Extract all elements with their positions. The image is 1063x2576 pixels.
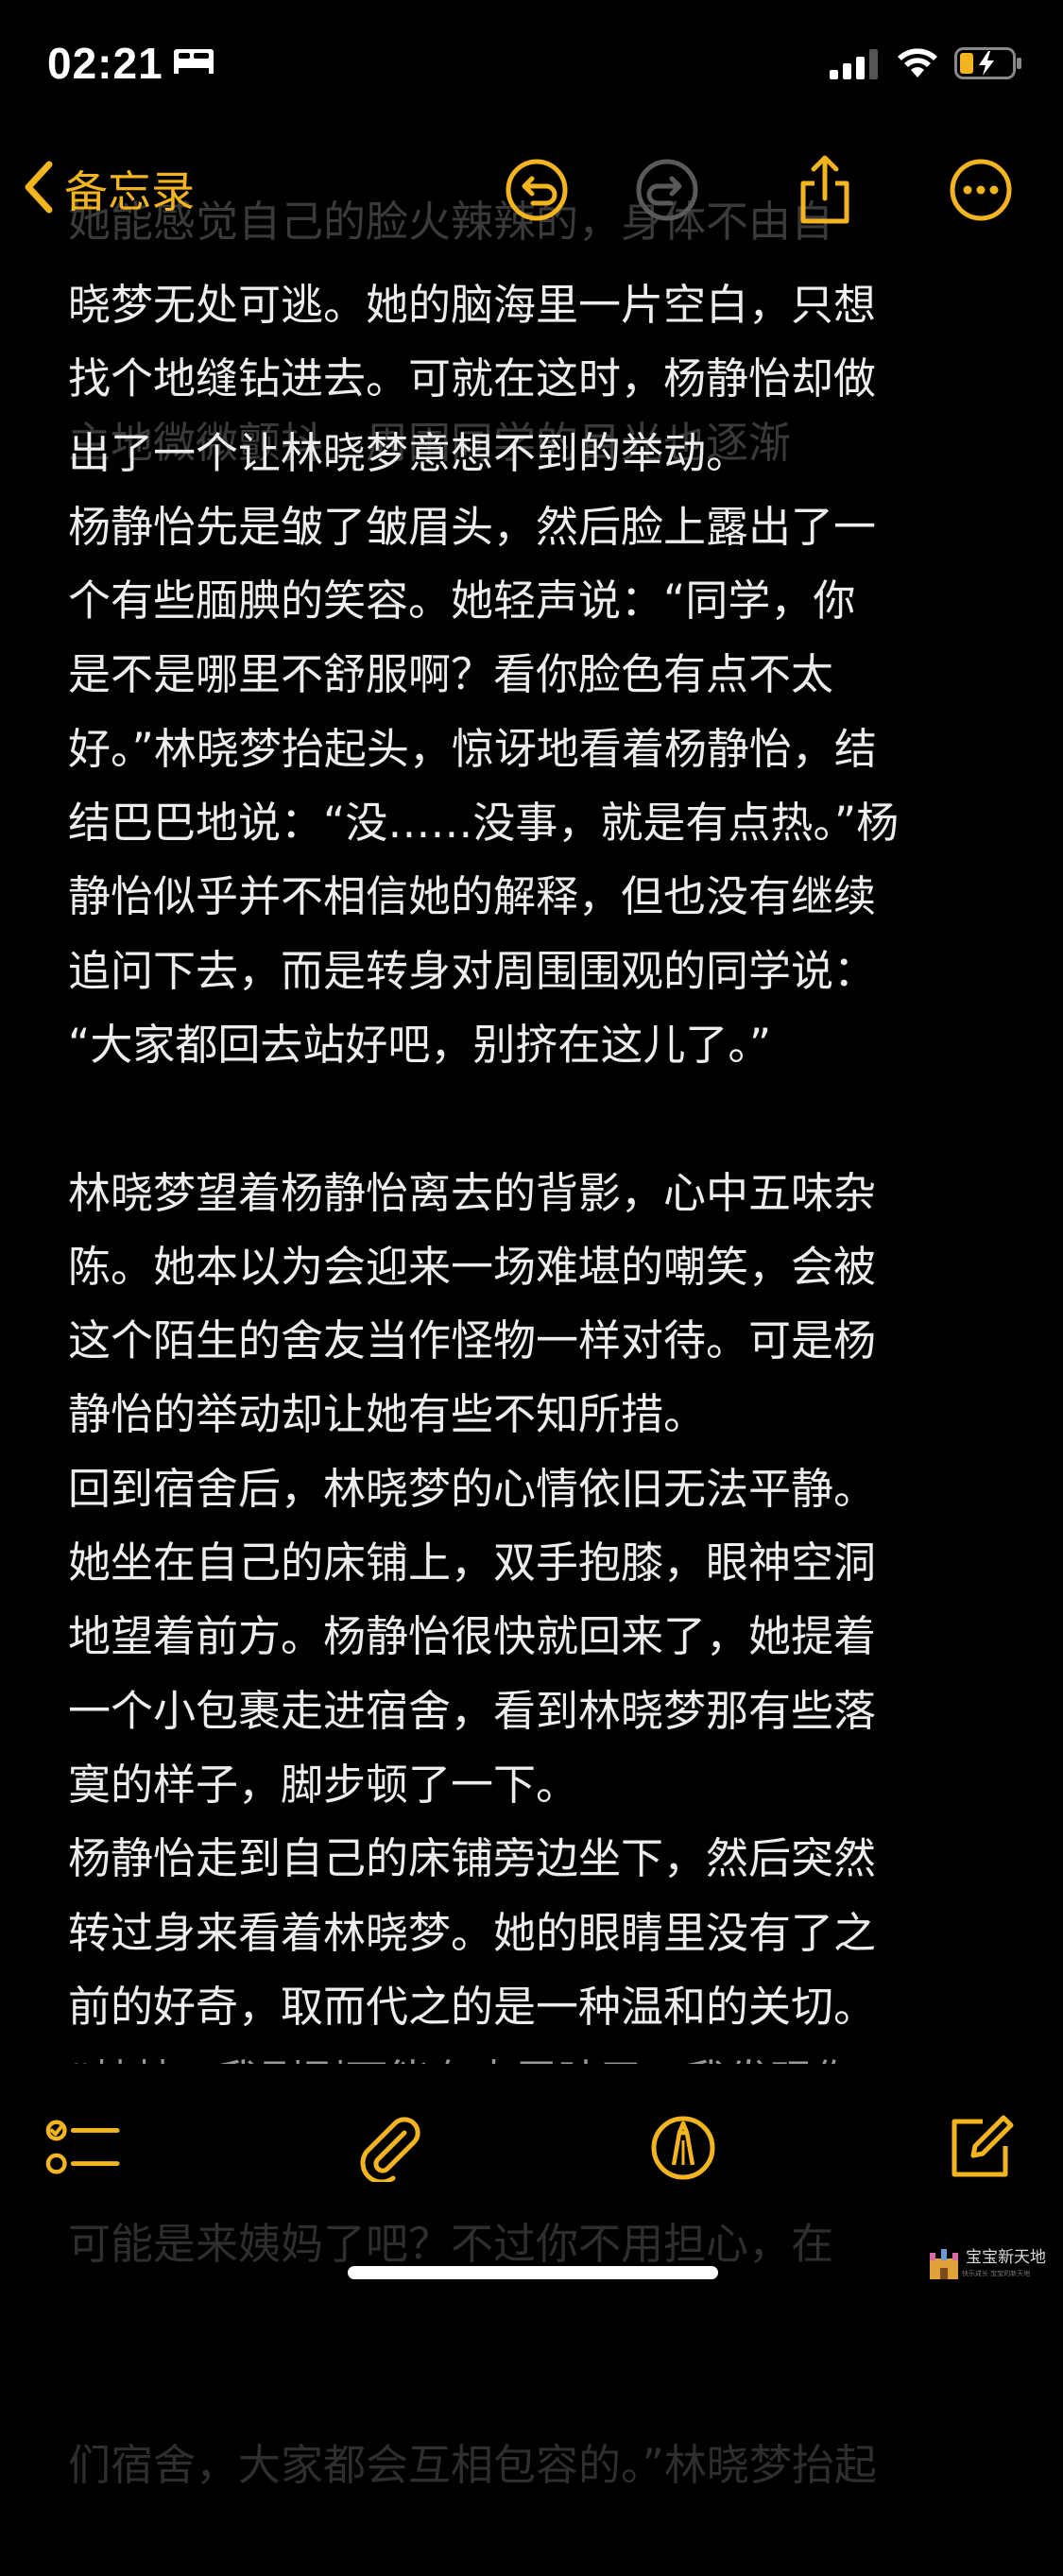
paperclip-icon[interactable] xyxy=(351,2110,427,2186)
note-line: 是不是哪里不舒服啊？看你脸色有点不太 xyxy=(68,649,834,700)
bed-icon xyxy=(172,47,215,79)
note-line: 静怡的举动却让她有些不知所措。 xyxy=(68,1389,707,1440)
more-icon[interactable] xyxy=(948,157,1014,223)
note-line: 晓梦无处可逃。她的脑海里一片空白，只想 xyxy=(68,280,877,330)
note-line-empty xyxy=(68,1082,1013,1156)
back-button[interactable]: 备忘录 xyxy=(23,155,195,223)
chevron-left-icon xyxy=(23,161,55,217)
note-line: 回到宿舍后，林晓梦的心情依旧无法平静。 xyxy=(68,1463,877,1514)
note-line: 陈。她本以为会迎来一场难堪的嘲笑，会被 xyxy=(68,1241,877,1292)
redo-icon[interactable] xyxy=(634,157,700,223)
note-line: 静怡似乎并不相信她的解释，但也没有继续 xyxy=(68,871,877,922)
note-line: 找个地缝钻进去。可就在这时，杨静怡却做 xyxy=(68,353,877,404)
note-line: 杨静怡走到自己的床铺旁边坐下，然后突然 xyxy=(68,1833,877,1884)
note-line: 出了一个让林晓梦意想不到的举动。 xyxy=(68,427,749,478)
note-line: 转过身来看着林晓梦。她的眼睛里没有了之 xyxy=(68,1907,877,1958)
castle-logo-icon xyxy=(930,2249,958,2279)
note-line: 林晓梦望着杨静怡离去的背影，心中五味杂 xyxy=(68,1167,877,1218)
note-line: 结巴巴地说：“没……没事，就是有点热。”杨 xyxy=(68,798,900,849)
note-line: 一个小包裹走进宿舍，看到林晓梦那有些落 xyxy=(68,1685,877,1736)
status-bar: 02:21 xyxy=(0,0,1063,125)
undo-icon[interactable] xyxy=(504,157,570,223)
note-line: 杨静怡先是皱了皱眉头，然后脸上露出了一 xyxy=(68,501,877,552)
note-body[interactable]: 晓梦无处可逃。她的脑海里一片空白，只想 找个地缝钻进去。可就在这时，杨静怡却做 … xyxy=(68,268,1013,2064)
faded-line: 们宿舍，大家都会互相包容的。”林晓梦抬起 xyxy=(68,2440,877,2490)
markup-pen-icon[interactable] xyxy=(645,2110,721,2186)
share-icon[interactable] xyxy=(792,155,858,224)
status-time: 02:21 xyxy=(47,39,163,88)
note-line: 她坐在自己的床铺上，双手抱膝，眼神空洞 xyxy=(68,1537,877,1589)
note-line: 这个陌生的舍友当作怪物一样对待。可是杨 xyxy=(68,1315,877,1366)
bottom-toolbar xyxy=(0,2103,1063,2197)
wifi-icon xyxy=(896,45,939,83)
nav-bar: 备忘录 xyxy=(0,142,1063,236)
note-line: 前的好奇，取而代之的是一种温和的关切。 xyxy=(68,1981,877,2032)
back-label: 备忘录 xyxy=(64,166,195,217)
note-line: 寞的样子，脚步顿了一下。 xyxy=(68,1759,579,1810)
watermark-subtext: 快乐成长 宝宝的新天地 xyxy=(962,2270,1031,2277)
note-line: “大家都回去站好吧，别挤在这儿了。” xyxy=(68,1019,772,1070)
home-indicator[interactable] xyxy=(348,2266,718,2279)
watermark-text: 宝宝新天地 xyxy=(966,2248,1046,2267)
note-line: 地望着前方。杨静怡很快就回来了，她提着 xyxy=(68,1611,877,1662)
compose-icon[interactable] xyxy=(943,2108,1019,2184)
battery-charging-icon xyxy=(954,47,1022,83)
note-line: 好。”林晓梦抬起头，惊讶地看着杨静怡，结 xyxy=(68,723,877,774)
note-line: 个有些腼腆的笑容。她轻声说：“同学，你 xyxy=(68,575,856,627)
watermark-logo: 宝宝新天地 快乐成长 宝宝的新天地 xyxy=(926,2240,1058,2287)
signal-icon xyxy=(830,49,881,83)
note-line: 追问下去，而是转身对周围围观的同学说： xyxy=(68,945,877,996)
checklist-icon[interactable] xyxy=(45,2110,121,2186)
